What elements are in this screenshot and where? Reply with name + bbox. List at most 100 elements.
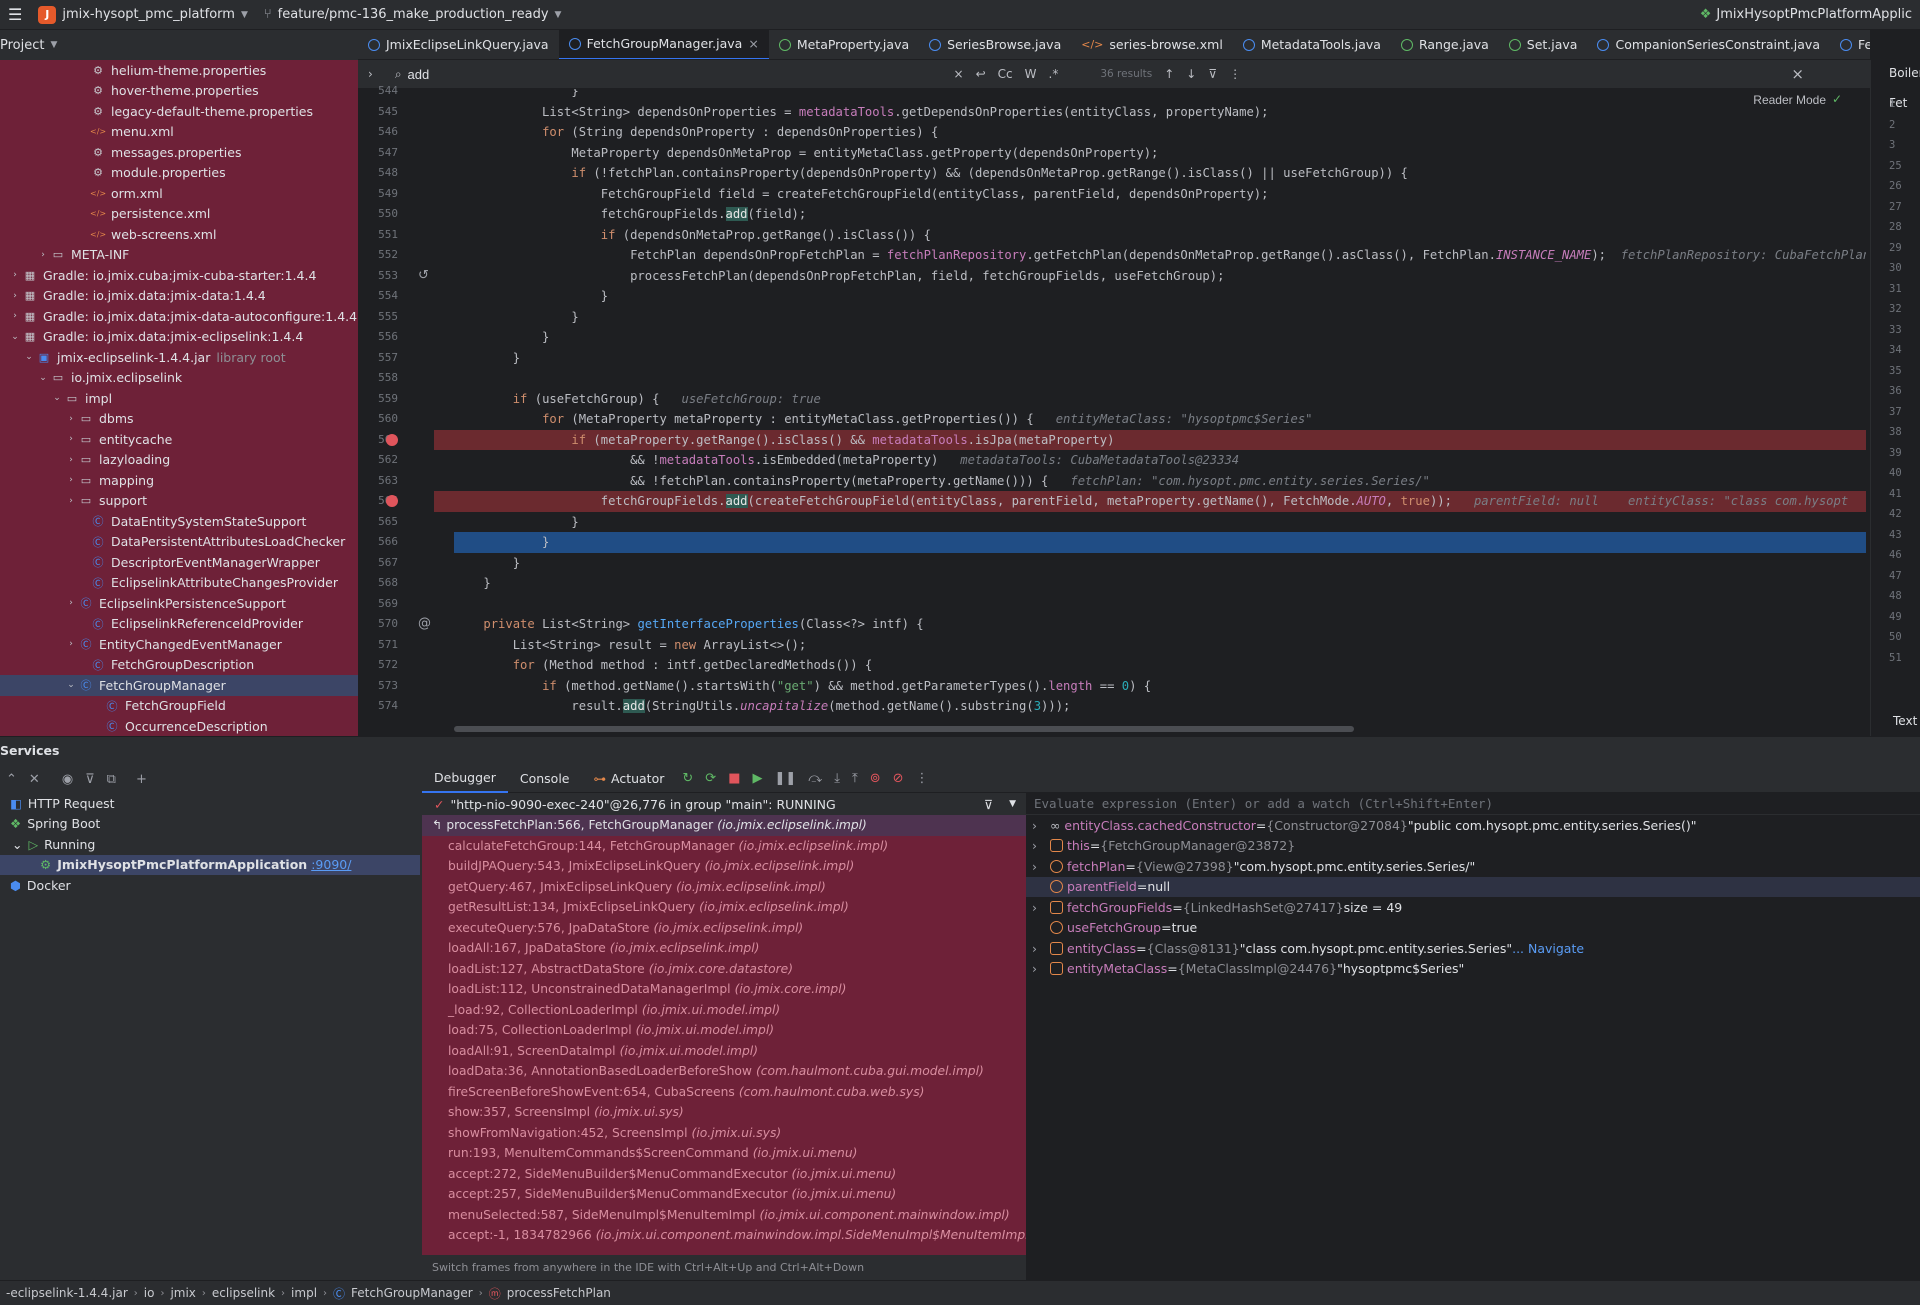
code-line[interactable]: && !fetchPlan.containsProperty(metaPrope… <box>454 471 1866 492</box>
expand-arrow-icon[interactable]: › <box>1032 941 1044 956</box>
stack-frame[interactable]: accept:-1, 1834782966 (io.jmix.ui.compone… <box>422 1225 1026 1246</box>
tree-item[interactable]: </> web-screens.xml <box>0 224 358 245</box>
editor-tab[interactable]: MetadataTools.java <box>1233 30 1391 59</box>
stack-frame[interactable]: loadData:36, AnnotationBasedLoaderBefore… <box>422 1061 1026 1082</box>
open-in-window-icon[interactable]: ⧉ <box>101 772 122 787</box>
breadcrumb-item[interactable]: FetchGroupManager <box>345 1286 479 1300</box>
tab-actuator[interactable]: ⊶ Actuator <box>582 765 677 793</box>
code-line[interactable]: if (method.getName().startsWith("get") &… <box>454 676 1866 697</box>
tree-item[interactable]: › ▦ Gradle: io.jmix.data:jmix-data-autocon… <box>0 306 358 327</box>
more-options-icon[interactable]: ⋮ <box>1223 67 1247 81</box>
tree-item[interactable]: ⚙ messages.properties <box>0 142 358 163</box>
code-line[interactable]: fetchGroupFields.add(field); <box>454 204 1866 225</box>
branch-switcher[interactable]: ⑂ feature/pmc-136_make_production_ready … <box>256 0 570 30</box>
navigate-link[interactable]: ... Navigate <box>1512 941 1584 956</box>
code-line[interactable]: } <box>454 573 1866 594</box>
code-line[interactable]: FetchGroupField field = createFetchGroup… <box>454 184 1866 205</box>
expand-arrow-icon[interactable]: › <box>8 270 22 280</box>
stack-frame[interactable]: loadAll:91, ScreenDataImpl (io.jmix.ui.mo… <box>422 1041 1026 1062</box>
code-line[interactable]: if (!fetchPlan.containsProperty(dependsO… <box>454 163 1866 184</box>
expand-arrow-icon[interactable]: ⌄ <box>22 352 36 362</box>
expand-arrow-icon[interactable]: › <box>1032 818 1044 833</box>
tree-item[interactable]: › Ⓒ EntityChangedEventManager <box>0 634 358 655</box>
code-line[interactable]: for (MetaProperty metaProperty : entityM… <box>454 409 1866 430</box>
tree-item[interactable]: ⌄ ▣ jmix-eclipselink-1.4.4.jar library root <box>0 347 358 368</box>
code-line[interactable]: MetaProperty dependsOnMetaProp = entityM… <box>454 143 1866 164</box>
stack-frame[interactable]: menuSelected:587, SideMenuImpl$MenuItemI… <box>422 1205 1026 1226</box>
close-find-icon[interactable]: × <box>1785 65 1810 83</box>
code-line[interactable]: if (useFetchGroup) { useFetchGroup: true <box>454 389 1866 410</box>
restart-icon[interactable]: ⟳ <box>699 771 722 786</box>
code-line[interactable]: } <box>454 512 1866 533</box>
variable-row[interactable]: parentField = null <box>1026 876 1920 897</box>
expand-arrow-icon[interactable]: › <box>1032 838 1044 853</box>
code-line[interactable]: } <box>454 348 1866 369</box>
tree-item[interactable]: Ⓒ EclipselinkReferenceIdProvider <box>0 614 358 635</box>
code-line[interactable]: } <box>454 553 1866 574</box>
stack-frame[interactable]: _load:92, CollectionLoaderImpl (io.jmix.u… <box>422 1000 1026 1021</box>
editor-tab[interactable]: SeriesBrowse.java <box>919 30 1071 59</box>
expand-arrow-icon[interactable]: › <box>64 414 78 424</box>
next-occurrence-icon[interactable]: ↓ <box>1180 67 1202 81</box>
expand-arrow-icon[interactable]: ⌄ <box>36 373 50 383</box>
editor-tab[interactable]: MetaProperty.java <box>769 30 919 59</box>
tree-item[interactable]: › ▭ support <box>0 491 358 512</box>
pause-icon[interactable]: ❚❚ <box>769 771 803 786</box>
breadcrumb-item[interactable]: io <box>138 1286 161 1300</box>
rerun-icon[interactable]: ↻ <box>676 771 699 786</box>
code-line[interactable]: List<String> result = new ArrayList<>(); <box>454 635 1866 656</box>
stack-frame[interactable]: loadList:127, AbstractDataStore (io.jmix.… <box>422 959 1026 980</box>
mute-breakpoints-icon[interactable]: ⊘ <box>887 771 910 786</box>
stack-frame[interactable]: loadList:112, UnconstrainedDataManagerIm… <box>422 979 1026 1000</box>
stack-frame[interactable]: ↰ processFetchPlan:566, FetchGroupManage… <box>422 815 1026 836</box>
stack-frame[interactable]: loadAll:167, JpaDataStore (io.jmix.eclips… <box>422 938 1026 959</box>
editor-tab[interactable]: CompanionSeriesConstraint.java <box>1587 30 1830 59</box>
code-line[interactable]: fetchGroupFields.add(createFetchGroupFie… <box>454 491 1866 512</box>
code-line[interactable]: processFetchPlan(dependsOnPropFetchPlan,… <box>454 266 1866 287</box>
breadcrumb-item[interactable]: processFetchPlan <box>501 1286 617 1300</box>
editor-gutter[interactable]: 544 545 546 547 548 549 550 551 552 553 ↺ 554 555 556… <box>358 84 454 736</box>
code-line[interactable]: } <box>454 532 1866 553</box>
resume-icon[interactable]: ▶ <box>747 771 769 786</box>
match-case-toggle[interactable]: Cc <box>992 67 1019 81</box>
editor-tab[interactable]: FetchGroupManager.java × <box>558 30 769 59</box>
tree-item[interactable]: Ⓒ OccurrenceDescription <box>0 716 358 736</box>
breadcrumb-item[interactable]: -eclipselink-1.4.4.jar <box>0 1286 134 1300</box>
history-icon[interactable]: ↩ <box>970 67 992 81</box>
expand-find-icon[interactable]: › <box>362 67 379 81</box>
code-line[interactable]: for (String dependsOnProperty : dependsO… <box>454 122 1866 143</box>
stack-frame[interactable]: calculateFetchGroup:144, FetchGroupManag… <box>422 836 1026 857</box>
tree-item[interactable]: </> orm.xml <box>0 183 358 204</box>
expand-arrow-icon[interactable]: ⌄ <box>8 332 22 342</box>
code-line[interactable]: for (Method method : intf.getDeclaredMet… <box>454 655 1866 676</box>
expand-arrow-icon[interactable]: › <box>1032 859 1044 874</box>
code-line[interactable]: if (metaProperty.getRange().isClass() &&… <box>454 429 1866 450</box>
tree-item[interactable]: ⌄ ▦ Gradle: io.jmix.data:jmix-eclipselink:… <box>0 327 358 348</box>
filter-icon[interactable]: ⊽ <box>1202 67 1223 81</box>
inspection-ok-icon[interactable]: ✓ <box>1832 92 1842 106</box>
expand-arrow-icon[interactable]: ⌄ <box>64 680 78 690</box>
reader-mode-button[interactable]: Reader Mode <box>1753 93 1826 107</box>
expand-arrow-icon[interactable]: › <box>64 496 78 506</box>
tree-item[interactable]: ⌄ Ⓒ FetchGroupManager <box>0 675 358 696</box>
expand-arrow-icon[interactable]: › <box>1032 961 1044 976</box>
tree-item[interactable]: Ⓒ FetchGroupDescription <box>0 655 358 676</box>
add-service-icon[interactable]: + <box>130 772 153 787</box>
previous-occurrence-icon[interactable]: ↑ <box>1158 67 1180 81</box>
expand-arrow-icon[interactable]: ⌄ <box>50 393 64 403</box>
close-tab-icon[interactable]: × <box>748 36 758 51</box>
tree-item[interactable]: ⚙ helium-theme.properties <box>0 60 358 81</box>
service-port-link[interactable]: :9090/ <box>311 857 351 872</box>
variable-row[interactable]: › entityMetaClass = {MetaClassImpl@24476}… <box>1026 959 1920 980</box>
whole-words-toggle[interactable]: W <box>1019 67 1043 81</box>
step-out-icon[interactable]: ⤒ <box>846 771 864 786</box>
tree-item[interactable]: › ▭ lazyloading <box>0 450 358 471</box>
expand-arrow-icon[interactable]: › <box>8 311 22 321</box>
stack-frame[interactable]: buildJPAQuery:543, JmixEclipseLinkQuery(… <box>422 856 1026 877</box>
tab-debugger[interactable]: Debugger <box>422 765 508 793</box>
expand-arrow-icon[interactable]: › <box>64 598 78 608</box>
tree-item[interactable]: Ⓒ DataEntitySystemStateSupport <box>0 511 358 532</box>
tree-item[interactable]: ⚙ legacy-default-theme.properties <box>0 101 358 122</box>
tree-item[interactable]: › ▦ Gradle: io.jmix.data:jmix-data:1.4.4 <box>0 286 358 307</box>
editor-tab[interactable]: JmixEclipseLinkQuery.java <box>358 30 559 59</box>
